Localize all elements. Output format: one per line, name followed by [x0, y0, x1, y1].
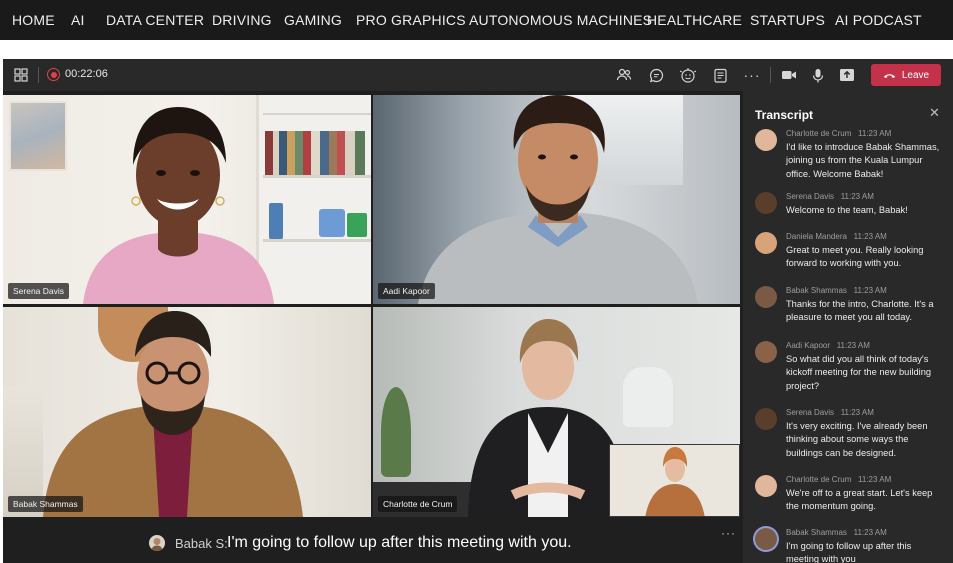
transcript-message: So what did you all think of today's kic… [786, 354, 932, 391]
nav-data-center[interactable]: DATA CENTER [106, 12, 204, 28]
camera-icon[interactable] [779, 65, 799, 85]
transcript-meta: Serena Davis 11:23 AM [786, 408, 874, 417]
self-view-image [610, 445, 739, 516]
transcript-message: I'd like to introduce Babak Shammas, joi… [786, 142, 940, 179]
video-tile-aadi[interactable]: Aadi Kapoor [373, 95, 740, 304]
reactions-icon[interactable] [678, 65, 698, 85]
microphone-icon[interactable] [808, 65, 828, 85]
avatar [755, 286, 777, 308]
avatar [755, 408, 777, 430]
transcript-panel: Transcript ✕ Charlotte de Crum 11:23 AM … [743, 91, 953, 563]
nav-ai[interactable]: AI [71, 12, 85, 28]
leave-label: Leave [901, 69, 930, 81]
transcript-meta: Aadi Kapoor 11:23 AM [786, 341, 870, 350]
phone-hangup-icon [883, 73, 895, 78]
participant-name-tag: Serena Davis [8, 283, 70, 299]
participant-babak-image [43, 311, 303, 517]
meeting-toolbar: 00:22:06 ··· Leave [3, 59, 953, 91]
nav-driving[interactable]: DRIVING [212, 12, 272, 28]
transcript-title: Transcript [755, 108, 814, 122]
plant [381, 387, 411, 477]
transcript-meta: Charlotte de Crum 11:23 AM [786, 475, 892, 484]
transcript-meta: Daniela Mandera 11:23 AM [786, 232, 887, 241]
nav-startups[interactable]: STARTUPS [750, 12, 825, 28]
teams-meeting-window: 00:22:06 ··· Leave Serena Davis Aadi Kap… [3, 59, 953, 563]
avatar [755, 341, 777, 363]
transcript-meta: Charlotte de Crum 11:23 AM [786, 129, 892, 138]
share-screen-icon[interactable] [837, 65, 857, 85]
toolbar-divider [38, 67, 39, 83]
live-caption-bar: Babak S: I'm going to follow up after th… [3, 526, 743, 563]
people-icon[interactable] [614, 65, 634, 85]
avatar [755, 129, 777, 151]
nav-autonomous-machines[interactable]: AUTONOMOUS MACHINES [469, 12, 652, 28]
avatar [755, 232, 777, 254]
nav-gaming[interactable]: GAMING [284, 12, 342, 28]
site-nav: HOME AI DATA CENTER DRIVING GAMING PRO G… [0, 0, 953, 40]
participant-serena-image [83, 107, 274, 304]
nav-home[interactable]: HOME [12, 12, 55, 28]
transcript-message: Thanks for the intro, Charlotte. It's a … [786, 299, 934, 323]
video-tile-serena[interactable]: Serena Davis [3, 95, 371, 304]
avatar [755, 475, 777, 497]
participant-name-tag: Babak Shammas [8, 496, 83, 512]
transcript-meta: Serena Davis 11:23 AM [786, 192, 874, 201]
more-options-icon[interactable]: ··· [742, 65, 762, 85]
video-tile-babak[interactable]: Babak Shammas [3, 307, 371, 517]
participant-name-tag: Charlotte de Crum [378, 496, 458, 512]
participant-aadi-image [418, 95, 698, 304]
nav-pro-graphics[interactable]: PRO GRAPHICS [356, 12, 466, 28]
self-view-tile[interactable] [609, 444, 740, 517]
notes-icon[interactable] [710, 65, 730, 85]
grid-layout-icon[interactable] [11, 65, 31, 85]
nav-healthcare[interactable]: HEALTHCARE [647, 12, 742, 28]
caption-speaker-label: Babak S: [175, 536, 228, 551]
transcript-message: It's very exciting. I've already been th… [786, 421, 928, 458]
caption-speaker-avatar [149, 535, 165, 551]
video-tile-charlotte[interactable]: Charlotte de Crum [373, 307, 740, 517]
transcript-message: I'm going to follow up after this meetin… [786, 541, 912, 563]
nav-ai-podcast[interactable]: AI PODCAST [835, 12, 922, 28]
participant-name-tag: Aadi Kapoor [378, 283, 435, 299]
chat-icon[interactable] [646, 65, 666, 85]
recording-icon [47, 68, 60, 81]
transcript-message: We're off to a great start. Let's keep t… [786, 488, 933, 512]
avatar [755, 528, 777, 550]
poster-image [9, 101, 67, 171]
leave-button[interactable]: Leave [871, 64, 941, 86]
transcript-message: Welcome to the team, Babak! [786, 205, 908, 215]
toolbar-divider-2 [770, 67, 771, 83]
caption-more-icon[interactable]: ··· [721, 526, 736, 540]
transcript-message: Great to meet you. Really looking forwar… [786, 245, 924, 269]
meeting-timer: 00:22:06 [65, 68, 108, 80]
caption-text: I'm going to follow up after this meetin… [227, 534, 572, 551]
transcript-meta: Babak Shammas 11:23 AM [786, 528, 887, 537]
close-icon[interactable]: ✕ [929, 105, 940, 121]
transcript-meta: Babak Shammas 11:23 AM [786, 286, 887, 295]
avatar [755, 192, 777, 214]
